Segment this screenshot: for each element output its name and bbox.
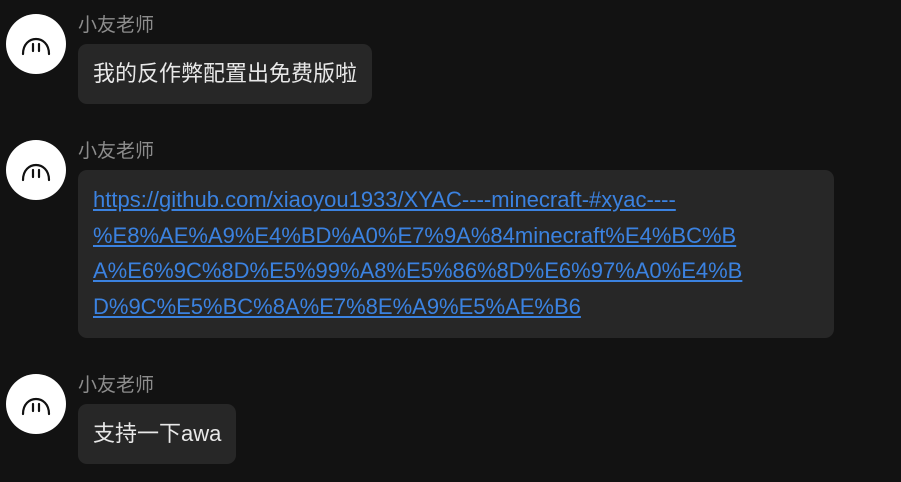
message-text: 支持一下awa <box>93 421 222 446</box>
message-link-line[interactable]: D%9C%E5%BC%8A%E7%8E%A9%E5%AE%B6 <box>93 289 819 325</box>
message-bubble[interactable]: 支持一下awa <box>78 404 237 464</box>
sender-name: 小友老师 <box>78 375 155 396</box>
message-bubble[interactable]: https://github.com/xiaoyou1933/XYAC----m… <box>78 170 834 338</box>
message-text: 我的反作弊配置出免费版啦 <box>93 61 358 86</box>
ghost-face-icon <box>21 38 51 56</box>
sender-name: 小友老师 <box>78 141 155 162</box>
sender-name: 小友老师 <box>78 15 155 36</box>
ghost-face-icon <box>21 398 51 416</box>
message-bubble[interactable]: 我的反作弊配置出免费版啦 <box>78 44 373 104</box>
avatar[interactable] <box>6 140 66 200</box>
avatar[interactable] <box>6 374 66 434</box>
ghost-face-icon <box>21 164 51 182</box>
message-link-line[interactable]: A%E6%9C%8D%E5%99%A8%E5%86%8D%E6%97%A0%E4… <box>93 253 819 289</box>
avatar[interactable] <box>6 14 66 74</box>
message-link-line[interactable]: https://github.com/xiaoyou1933/XYAC----m… <box>93 182 819 218</box>
message-link-line[interactable]: %E8%AE%A9%E4%BD%A0%E7%9A%84minecraft%E4%… <box>93 218 819 254</box>
